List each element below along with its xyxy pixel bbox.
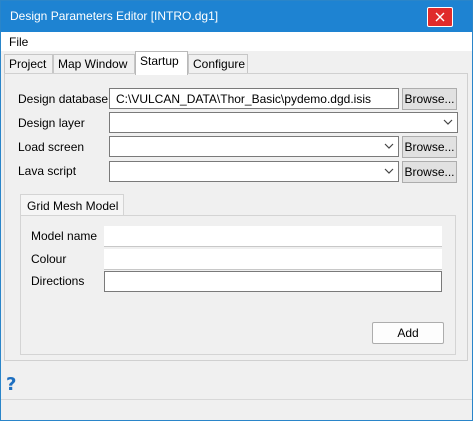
startup-panel: Design database C:\VULCAN_DATA\Thor_Basi… (4, 73, 468, 361)
close-button[interactable] (427, 7, 453, 27)
colour-field[interactable] (104, 249, 442, 270)
colour-label: Colour (31, 252, 67, 266)
window-title: Design Parameters Editor [INTRO.dg1] (10, 9, 219, 23)
menu-bar: File (1, 32, 472, 51)
load-screen-browse-button[interactable]: Browse... (402, 136, 457, 158)
directions-field[interactable] (104, 271, 442, 292)
lava-script-label: Lava script (18, 164, 77, 178)
design-database-label: Design database (18, 92, 109, 106)
add-button[interactable]: Add (372, 322, 444, 344)
lava-script-combo[interactable] (109, 161, 399, 182)
status-separator (1, 399, 472, 400)
lava-script-browse-button[interactable]: Browse... (402, 161, 457, 183)
dialog-window: Design Parameters Editor [INTRO.dg1] Fil… (0, 0, 473, 421)
model-name-field[interactable] (104, 226, 442, 247)
menu-item-file[interactable]: File (9, 35, 28, 49)
design-layer-combo[interactable] (109, 112, 458, 133)
grid-mesh-model-group: Model name Colour Directions Add (20, 215, 456, 355)
tab-configure[interactable]: Configure (188, 54, 248, 74)
chevron-down-icon (384, 168, 394, 174)
close-icon (435, 12, 445, 22)
model-name-label: Model name (31, 229, 98, 243)
chevron-down-icon (443, 119, 453, 125)
grid-mesh-model-tab[interactable]: Grid Mesh Model (20, 194, 124, 216)
design-database-value: C:\VULCAN_DATA\Thor_Basic\pydemo.dgd.isi… (116, 92, 371, 106)
design-database-field[interactable]: C:\VULCAN_DATA\Thor_Basic\pydemo.dgd.isi… (109, 88, 399, 109)
tab-project[interactable]: Project (4, 54, 53, 74)
help-icon[interactable]: ? (6, 374, 16, 395)
tab-map-window[interactable]: Map Window (53, 54, 135, 74)
tab-strip: Project Map Window Startup Configure (1, 51, 472, 75)
directions-label: Directions (31, 274, 85, 288)
title-bar[interactable]: Design Parameters Editor [INTRO.dg1] (1, 1, 472, 32)
load-screen-label: Load screen (18, 140, 85, 154)
chevron-down-icon (384, 143, 394, 149)
design-database-browse-button[interactable]: Browse... (402, 88, 457, 110)
tab-startup[interactable]: Startup (135, 51, 188, 75)
design-layer-label: Design layer (18, 116, 85, 130)
load-screen-combo[interactable] (109, 136, 399, 157)
